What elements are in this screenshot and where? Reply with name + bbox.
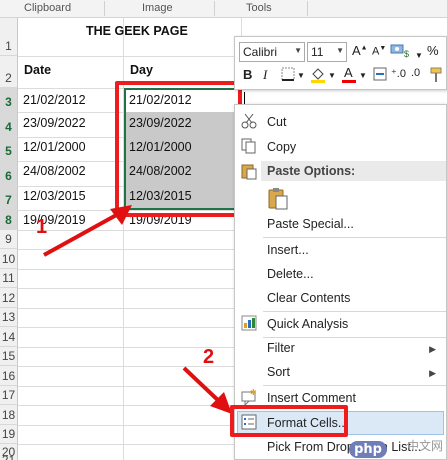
menu-item-insert-comment[interactable]: Insert Comment (267, 391, 356, 405)
submenu-arrow-icon: ▶ (429, 368, 436, 378)
text-cursor (244, 92, 245, 104)
row-header-10[interactable]: 10 (0, 249, 18, 269)
font-name-value: Calibri (243, 45, 278, 59)
svg-text:$: $ (404, 49, 409, 59)
italic-button[interactable]: I (263, 67, 267, 83)
accounting-format-icon[interactable]: $ (390, 43, 412, 62)
paste-icon (241, 162, 259, 180)
row-header-15[interactable]: 15 (0, 347, 18, 366)
decimal-decrease-icon[interactable]: .0 (411, 67, 420, 79)
annotation-label-1: 1 (36, 216, 48, 238)
row-header-19[interactable]: 19 (0, 425, 18, 444)
font-size-value: 11 (311, 45, 324, 59)
percent-style-icon[interactable]: % (427, 43, 439, 58)
watermark-site-text: 中文网 (406, 439, 443, 453)
submenu-arrow-icon: ▶ (429, 344, 436, 354)
row-header-5[interactable]: 5 (0, 137, 18, 161)
row-header-8[interactable]: 8 (0, 210, 18, 230)
bold-button[interactable]: B (243, 67, 252, 82)
menu-item-sort[interactable]: Sort (267, 365, 290, 379)
row-header-11[interactable]: 11 (0, 269, 18, 288)
chevron-down-icon: ▼ (336, 46, 344, 55)
chevron-down-icon[interactable]: ▼ (297, 71, 305, 80)
decimal-increase-icon[interactable]: ⁺.0 (391, 67, 406, 80)
annotation-box-format-cells (230, 405, 348, 437)
row-header-9[interactable]: 9 (0, 230, 18, 249)
row-header-4[interactable]: 4 (0, 112, 18, 137)
font-color-icon[interactable]: A (341, 65, 357, 86)
copy-icon (241, 138, 259, 156)
format-painter-icon[interactable] (429, 67, 443, 86)
ribbon-group-clipboard: Clipboard (24, 2, 72, 14)
ribbon-group-tools: Tools (246, 2, 272, 14)
menu-item-quick-analysis[interactable]: Quick Analysis (267, 317, 348, 331)
scissors-icon (241, 113, 259, 131)
clipboard-paste-icon[interactable] (267, 187, 289, 211)
menu-item-cut[interactable]: Cut (267, 115, 286, 129)
row-header-3[interactable]: 3 (0, 88, 18, 112)
date-cell[interactable]: 21/02/2012 (23, 93, 86, 107)
menu-item-pick-from-dropdown[interactable]: Pick From Drop-down List... (267, 440, 421, 454)
chevron-down-icon[interactable]: ▼ (328, 71, 336, 80)
menu-item-copy[interactable]: Copy (267, 140, 296, 154)
date-cell[interactable]: 23/09/2022 (23, 116, 86, 130)
row-header-17[interactable]: 17 (0, 386, 18, 405)
menu-item-delete[interactable]: Delete... (267, 267, 314, 281)
row-header-1[interactable]: 1 (0, 18, 18, 56)
fill-color-icon[interactable] (309, 65, 327, 86)
row-header-13[interactable]: 13 (0, 308, 18, 327)
menu-item-filter[interactable]: Filter (267, 341, 295, 355)
svg-text:A: A (344, 65, 353, 80)
ribbon-group-image: Image (142, 2, 173, 14)
chevron-down-icon[interactable]: ▼ (359, 71, 367, 80)
font-name-combo[interactable]: Calibri ▼ (239, 42, 305, 62)
borders-icon[interactable] (281, 67, 295, 84)
date-cell[interactable]: 12/01/2000 (23, 140, 86, 154)
menu-item-clear-contents[interactable]: Clear Contents (267, 291, 350, 305)
menu-item-insert[interactable]: Insert... (267, 243, 309, 257)
svg-text:✱: ✱ (250, 389, 257, 397)
row-header-12[interactable]: 12 (0, 288, 18, 308)
column-header-day: Day (130, 63, 153, 77)
watermark-php-badge: php (349, 441, 387, 458)
chevron-down-icon: ▼ (294, 46, 302, 55)
paste-options-label: Paste Options: (267, 164, 356, 178)
decrease-font-icon[interactable]: A▼ (372, 45, 386, 58)
row-header-7[interactable]: 7 (0, 186, 18, 210)
chevron-down-icon[interactable]: ▼ (415, 51, 423, 60)
menu-item-paste-special[interactable]: Paste Special... (267, 217, 354, 231)
annotation-arrow-2 (182, 366, 232, 414)
date-cell[interactable]: 24/08/2002 (23, 164, 86, 178)
row-header-2[interactable]: 2 (0, 56, 18, 88)
ribbon-group-bar: Clipboard Image Tools (0, 0, 447, 18)
font-size-combo[interactable]: 11 ▼ (307, 42, 347, 62)
column-header-date: Date (24, 63, 52, 77)
increase-font-icon[interactable]: A▲ (352, 43, 368, 58)
row-header-6[interactable]: 6 (0, 161, 18, 186)
row-header-16[interactable]: 16 (0, 366, 18, 386)
row-header-14[interactable]: 14 (0, 327, 18, 347)
quick-analysis-icon (241, 315, 259, 333)
annotation-label-2: 2 (203, 346, 215, 368)
mini-toolbar: Calibri ▼ 11 ▼ A▲ A▼ $ ▼ % B I ▼ ▼ A ▼ ⁺… (234, 36, 447, 90)
row-header-18[interactable]: 18 (0, 405, 18, 425)
merge-center-icon[interactable] (373, 67, 387, 84)
sheet-title: THE GEEK PAGE (86, 24, 188, 38)
